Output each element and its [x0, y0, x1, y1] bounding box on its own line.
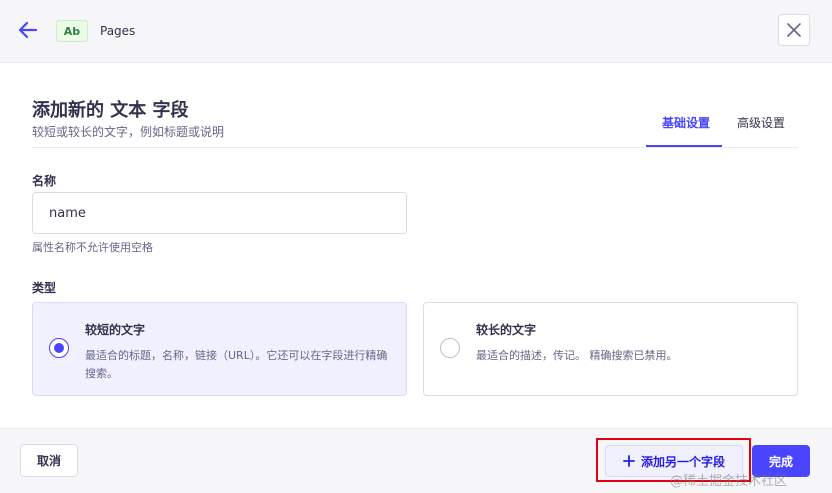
name-input[interactable] — [32, 192, 407, 234]
tab-basic-settings[interactable]: 基础设置 — [662, 114, 710, 131]
short-text-description: 最适合的标题，名称，链接（URL）。它还可以在字段进行精确搜索。 — [85, 349, 388, 380]
short-text-title: 较短的文字 — [85, 323, 146, 337]
long-text-title: 较长的文字 — [476, 323, 537, 337]
add-another-field-button[interactable]: 添加另一个字段 — [605, 445, 743, 477]
radio-card-short-text[interactable]: 较短的文字 最适合的标题，名称，链接（URL）。它还可以在字段进行精确搜索。 — [32, 302, 407, 396]
name-hint: 属性名称不允许使用空格 — [32, 241, 153, 254]
add-another-field-label: 添加另一个字段 — [640, 454, 725, 469]
tabs-divider — [32, 147, 798, 148]
text-type-badge: Ab — [56, 20, 88, 42]
radio-card-long-text[interactable]: 较长的文字 最适合的描述，传记。 精确搜索已禁用。 — [423, 302, 798, 396]
dialog-title: 添加新的 文本 字段 — [32, 100, 189, 121]
close-icon — [787, 23, 801, 37]
tab-advanced-settings[interactable]: 高级设置 — [737, 114, 785, 131]
breadcrumb-title: Pages — [100, 24, 136, 38]
active-tab-indicator — [646, 145, 722, 147]
dialog-subtitle: 较短或较长的文字，例如标题或说明 — [32, 125, 225, 139]
plus-icon — [623, 455, 635, 467]
type-label: 类型 — [32, 281, 57, 295]
long-text-description: 最适合的描述，传记。 精确搜索已禁用。 — [476, 349, 678, 362]
radio-button-short-text[interactable] — [49, 338, 69, 358]
name-label: 名称 — [32, 174, 57, 188]
modal-header: Ab Pages — [0, 0, 832, 63]
cancel-button[interactable]: 取消 — [20, 444, 78, 477]
finish-button[interactable]: 完成 — [752, 445, 810, 477]
radio-button-long-text[interactable] — [440, 338, 460, 358]
close-button[interactable] — [778, 14, 810, 46]
back-arrow-icon[interactable] — [16, 18, 40, 42]
